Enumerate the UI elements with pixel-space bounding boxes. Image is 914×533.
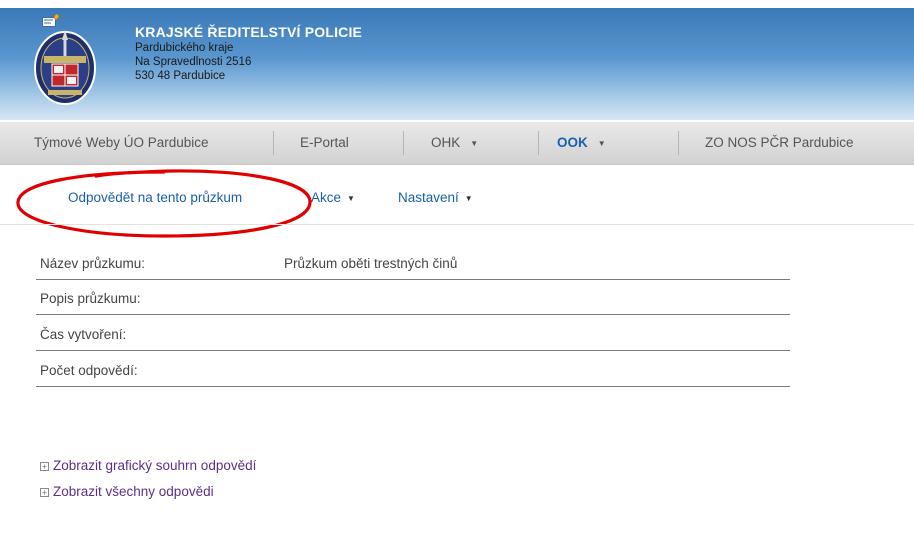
nav-item-label: Týmové Weby ÚO Pardubice xyxy=(34,135,209,150)
survey-name-label: Název průzkumu: xyxy=(40,256,146,271)
nav-item-label: E-Portal xyxy=(300,135,349,150)
survey-created-label: Čas vytvoření: xyxy=(40,327,127,342)
nav-item-e-portal[interactable]: E-Portal xyxy=(300,122,349,164)
org-postal: 530 48 Pardubice xyxy=(135,70,226,82)
toolbar-divider xyxy=(0,224,914,225)
settings-menu-button[interactable]: Nastavení ▼ xyxy=(398,190,473,205)
nav-separator xyxy=(403,131,404,155)
org-name: KRAJSKÉ ŘEDITELSTVÍ POLICIE xyxy=(135,24,363,40)
row-divider xyxy=(36,279,790,280)
survey-response-count-label: Počet odpovědí: xyxy=(40,363,138,378)
nav-item-ohk[interactable]: OHK ▼ xyxy=(431,122,478,164)
chevron-down-icon: ▼ xyxy=(347,194,355,203)
row-divider xyxy=(36,314,790,315)
highlight-ellipse xyxy=(16,169,312,238)
org-street: Na Spravedlnosti 2516 xyxy=(135,56,252,68)
police-badge-icon[interactable] xyxy=(32,26,98,106)
actions-menu-button[interactable]: Akce ▼ xyxy=(311,190,355,205)
row-divider xyxy=(36,350,790,351)
row-divider xyxy=(36,386,790,387)
graphical-summary-link[interactable]: + Zobrazit grafický souhrn odpovědí xyxy=(40,458,256,473)
nav-separator xyxy=(538,131,539,155)
expand-box-icon: + xyxy=(40,488,49,497)
org-region: Pardubického kraje xyxy=(135,42,234,54)
nav-item-label: ZO NOS PČR Pardubice xyxy=(705,135,854,150)
survey-name-value: Průzkum oběti trestných činů xyxy=(284,256,458,271)
chevron-down-icon: ▼ xyxy=(464,194,473,203)
respond-survey-icon[interactable] xyxy=(42,14,60,28)
expand-box-icon: + xyxy=(40,462,49,471)
nav-item-label: OOK xyxy=(557,135,588,150)
site-header: KRAJSKÉ ŘEDITELSTVÍ POLICIE Pardubického… xyxy=(0,8,914,120)
nav-item-ook[interactable]: OOK ▼ xyxy=(557,122,606,164)
settings-menu-label: Nastavení xyxy=(398,190,459,205)
nav-item-zo-nos[interactable]: ZO NOS PČR Pardubice xyxy=(705,122,854,164)
all-responses-label: Zobrazit všechny odpovědi xyxy=(53,484,214,499)
nav-separator xyxy=(678,131,679,155)
nav-separator xyxy=(273,131,274,155)
survey-description-label: Popis průzkumu: xyxy=(40,291,141,306)
chevron-down-icon: ▼ xyxy=(470,139,479,148)
top-navigation: Týmové Weby ÚO Pardubice E-Portal OHK ▼ O… xyxy=(0,122,914,165)
chevron-down-icon: ▼ xyxy=(597,139,606,148)
all-responses-link[interactable]: + Zobrazit všechny odpovědi xyxy=(40,484,214,499)
nav-item-label: OHK xyxy=(431,135,461,150)
graphical-summary-label: Zobrazit grafický souhrn odpovědí xyxy=(53,458,257,473)
nav-item-tymove-weby[interactable]: Týmové Weby ÚO Pardubice xyxy=(34,122,209,164)
